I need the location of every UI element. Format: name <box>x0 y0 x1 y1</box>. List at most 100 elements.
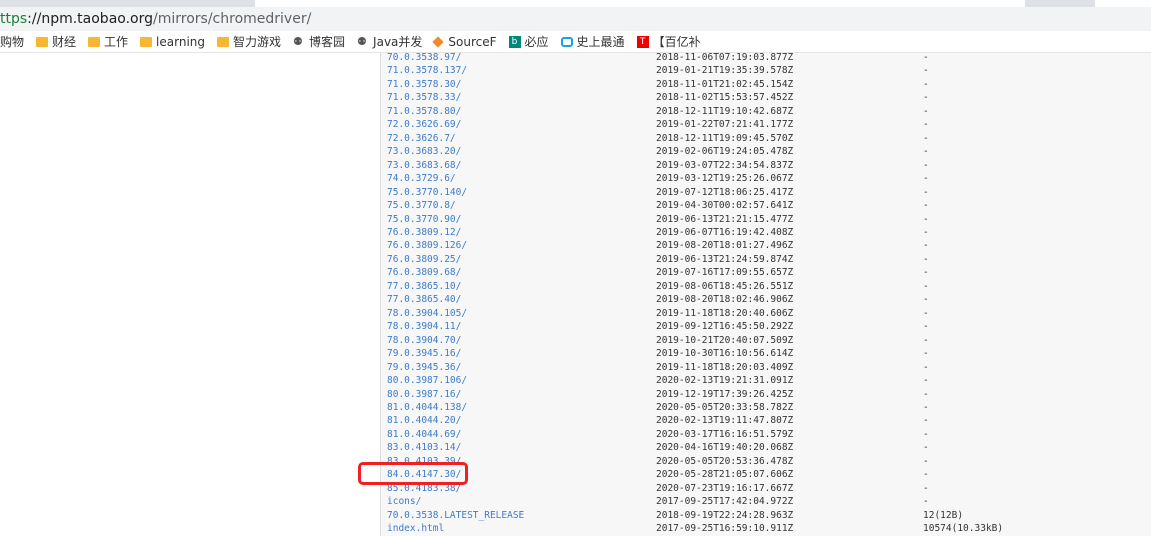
listing-row: 81.0.4044.69/2020-03-17T16:16:51.579Z - <box>381 428 1151 441</box>
file-link[interactable]: 77.0.3865.10/ <box>387 280 461 293</box>
folder-icon <box>36 36 49 47</box>
bookmark-item[interactable]: learning <box>140 35 205 49</box>
file-link[interactable]: 75.0.3770.8/ <box>387 199 456 212</box>
file-size: - <box>923 496 929 508</box>
file-link[interactable]: 71.0.3578.80/ <box>387 105 461 118</box>
bookmark-item[interactable]: b 必应 <box>508 33 549 50</box>
bookmark-item[interactable]: SourceF <box>432 35 497 49</box>
file-size: - <box>923 92 929 104</box>
bookmark-item[interactable]: 购物 <box>0 33 24 50</box>
file-link[interactable]: 80.0.3987.16/ <box>387 388 461 401</box>
file-link[interactable]: index.html <box>387 522 444 535</box>
modified-date: 2020-05-05T20:53:36.478Z <box>656 455 794 467</box>
file-link[interactable]: 81.0.4044.20/ <box>387 414 461 427</box>
modified-date: 2019-08-20T18:02:46.906Z <box>656 294 794 306</box>
file-size: - <box>923 200 929 212</box>
listing-row: 83.0.4103.39/2020-05-05T20:53:36.478Z - <box>381 455 1151 468</box>
modified-date: 2019-06-13T21:21:15.477Z <box>656 213 794 225</box>
file-link[interactable]: 70.0.3538.97/ <box>387 51 461 64</box>
modified-date: 2019-10-21T20:40:07.509Z <box>656 334 794 346</box>
file-size: - <box>923 375 929 387</box>
listing-row: index.html 2017-09-25T16:59:10.911Z 10574(… <box>381 522 1151 535</box>
file-link[interactable]: 71.0.3578.30/ <box>387 78 461 91</box>
active-tab[interactable] <box>255 0 1025 7</box>
file-link[interactable]: 71.0.3578.33/ <box>387 91 461 104</box>
bookmark-label: 财经 <box>52 35 77 49</box>
file-link[interactable]: 78.0.3904.70/ <box>387 334 461 347</box>
file-link[interactable]: 76.0.3809.25/ <box>387 253 461 266</box>
modified-date: 2019-07-16T17:09:55.657Z <box>656 267 794 279</box>
listing-row: 81.0.4044.20/2020-02-13T19:11:47.807Z - <box>381 414 1151 427</box>
listing-row: 81.0.4044.138/2020-05-05T20:33:58.782Z - <box>381 401 1151 414</box>
listing-row: 70.0.3538.97/2018-11-06T07:19:03.877Z - <box>381 51 1151 64</box>
modified-date: 2019-04-30T00:02:57.641Z <box>656 200 794 212</box>
file-link[interactable]: 83.0.4103.14/ <box>387 441 461 454</box>
file-link[interactable]: icons/ <box>387 495 421 508</box>
folder-icon <box>140 36 153 47</box>
file-size: - <box>923 321 929 333</box>
listing-row: 72.0.3626.69/2019-01-22T07:21:41.177Z - <box>381 118 1151 131</box>
file-size: - <box>923 280 929 292</box>
folder-icon <box>217 36 230 47</box>
url-host: ://npm.taobao.org <box>27 11 154 27</box>
bookmark-item[interactable]: 史上最通 <box>560 33 625 50</box>
file-link[interactable]: 76.0.3809.126/ <box>387 239 467 252</box>
listing-row: 78.0.3904.105/2019-11-18T18:20:40.606Z - <box>381 307 1151 320</box>
bookmark-item[interactable]: ⚉ Java并发 <box>357 33 422 50</box>
file-link[interactable]: 74.0.3729.6/ <box>387 172 456 185</box>
listing-row: 77.0.3865.40/2019-08-20T18:02:46.906Z - <box>381 293 1151 306</box>
file-size: 12(12B) <box>923 509 964 521</box>
bookmark-label: 智力游戏 <box>233 35 282 49</box>
modified-date: 2019-07-12T18:06:25.417Z <box>656 186 794 198</box>
file-link[interactable]: 79.0.3945.36/ <box>387 361 461 374</box>
file-link[interactable]: 76.0.3809.12/ <box>387 226 461 239</box>
file-size: - <box>923 78 929 90</box>
file-link[interactable]: 76.0.3809.68/ <box>387 266 461 279</box>
bookmark-label: Java并发 <box>373 35 423 49</box>
file-link[interactable]: 81.0.4044.138/ <box>387 401 467 414</box>
listing-row: 76.0.3809.25/2019-06-13T21:24:59.874Z - <box>381 253 1151 266</box>
modified-date: 2019-08-06T18:45:26.551Z <box>656 280 794 292</box>
address-bar[interactable]: ttps://npm.taobao.org/mirrors/chromedriv… <box>0 7 1151 31</box>
listing-row: 75.0.3770.140/2019-07-12T18:06:25.417Z - <box>381 186 1151 199</box>
file-size: - <box>923 455 929 467</box>
tab[interactable] <box>1095 0 1151 7</box>
listing-row: 75.0.3770.8/2019-04-30T00:02:57.641Z - <box>381 199 1151 212</box>
file-link[interactable]: 78.0.3904.105/ <box>387 307 467 320</box>
file-link[interactable]: 77.0.3865.40/ <box>387 293 461 306</box>
file-link[interactable]: 78.0.3904.11/ <box>387 320 461 333</box>
file-size: - <box>923 213 929 225</box>
file-link[interactable]: 75.0.3770.140/ <box>387 186 467 199</box>
file-link[interactable]: 71.0.3578.137/ <box>387 64 467 77</box>
file-size: - <box>923 226 929 238</box>
file-link[interactable]: 70.0.3538.LATEST_RELEASE <box>387 509 524 522</box>
listing-row: 79.0.3945.36/2019-11-18T18:20:03.409Z - <box>381 361 1151 374</box>
modified-date: 2018-11-06T07:19:03.877Z <box>656 52 794 63</box>
file-link[interactable]: 79.0.3945.16/ <box>387 347 461 360</box>
file-link[interactable]: 80.0.3987.106/ <box>387 374 467 387</box>
file-size: - <box>923 240 929 252</box>
bookmark-item[interactable]: 智力游戏 <box>217 33 281 50</box>
bookmark-label: 博客园 <box>309 35 346 49</box>
file-link[interactable]: 72.0.3626.7/ <box>387 132 456 145</box>
bookmark-item[interactable]: ⚉ 博客园 <box>293 33 345 50</box>
bookmark-item[interactable]: 财经 <box>36 33 76 50</box>
file-size: - <box>923 146 929 158</box>
file-size: - <box>923 159 929 171</box>
file-size: - <box>923 401 929 413</box>
file-size: - <box>923 361 929 373</box>
file-link[interactable]: 73.0.3683.20/ <box>387 145 461 158</box>
bookmark-item[interactable]: 工作 <box>88 33 128 50</box>
file-link[interactable]: 75.0.3770.90/ <box>387 213 461 226</box>
file-size: - <box>923 105 929 117</box>
file-size: - <box>923 348 929 360</box>
listing-row: 76.0.3809.126/2019-08-20T18:01:27.496Z - <box>381 239 1151 252</box>
file-size: - <box>923 307 929 319</box>
file-link[interactable]: 72.0.3626.69/ <box>387 118 461 131</box>
file-link[interactable]: 73.0.3683.68/ <box>387 159 461 172</box>
bookmark-item[interactable]: T 【百亿补 <box>636 33 701 50</box>
file-link[interactable]: 81.0.4044.69/ <box>387 428 461 441</box>
listing-row: 77.0.3865.10/2019-08-06T18:45:26.551Z - <box>381 280 1151 293</box>
modified-date: 2020-02-13T19:11:47.807Z <box>656 415 794 427</box>
file-size: - <box>923 428 929 440</box>
